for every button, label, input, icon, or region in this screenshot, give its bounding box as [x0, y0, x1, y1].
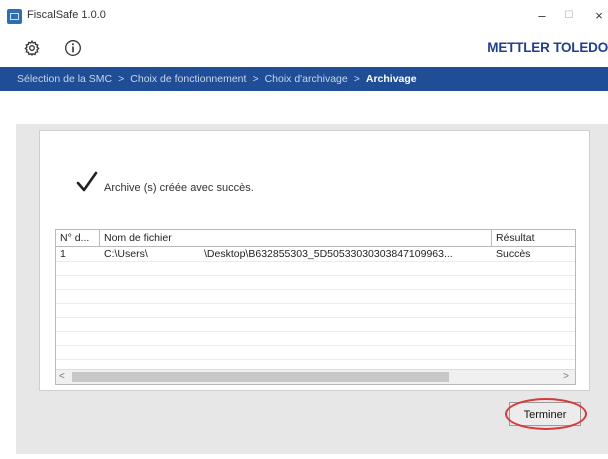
- archive-table: N° d... Nom de fichier Résultat 1 C:\Use…: [55, 229, 576, 385]
- brand-logo: METTLER TOLEDO: [487, 40, 608, 55]
- title-bar: FiscalSafe 1.0.0 – ☐ ×: [0, 0, 608, 34]
- row-divider: [56, 261, 575, 262]
- row-divider: [56, 345, 575, 346]
- info-icon[interactable]: [64, 39, 82, 57]
- horizontal-scrollbar[interactable]: < >: [56, 369, 575, 384]
- row-divider: [56, 275, 575, 276]
- checkmark-icon: [76, 171, 98, 192]
- breadcrumb-step-current: Archivage: [365, 73, 417, 85]
- row-number: 1: [60, 248, 66, 260]
- scroll-left-arrow-icon[interactable]: <: [59, 370, 65, 384]
- gear-icon[interactable]: [24, 40, 40, 56]
- breadcrumb-separator: >: [252, 73, 259, 85]
- window-title: FiscalSafe 1.0.0: [27, 9, 106, 21]
- maximize-button[interactable]: ☐: [557, 6, 581, 26]
- breadcrumb-step-smc: Sélection de la SMC: [17, 73, 113, 85]
- table-header: N° d... Nom de fichier Résultat: [56, 230, 575, 247]
- breadcrumb: Sélection de la SMC > Choix de fonctionnem…: [0, 67, 608, 91]
- row-divider: [56, 359, 575, 360]
- minimize-button[interactable]: –: [530, 6, 554, 26]
- finish-button[interactable]: Terminer: [509, 402, 581, 426]
- column-header-result[interactable]: Résultat: [492, 230, 552, 246]
- row-divider: [56, 289, 575, 290]
- row-result: Succès: [496, 248, 531, 260]
- row-divider: [56, 303, 575, 304]
- close-button[interactable]: ×: [590, 6, 608, 26]
- breadcrumb-separator: >: [353, 73, 360, 85]
- success-message: Archive (s) créée avec succès.: [104, 182, 254, 194]
- breadcrumb-step-mode: Choix de fonctionnement: [130, 73, 247, 85]
- row-filename-end: \Desktop\B632855303_5D505330303038471099…: [204, 248, 453, 260]
- app-icon: [7, 9, 22, 24]
- result-panel: Archive (s) créée avec succès. N° d... N…: [39, 130, 590, 391]
- row-divider: [56, 317, 575, 318]
- breadcrumb-separator: >: [118, 73, 125, 85]
- table-row[interactable]: 1 C:\Users\ \Desktop\B632855303_5D505330…: [56, 247, 575, 261]
- scroll-right-arrow-icon[interactable]: >: [563, 370, 569, 384]
- column-header-filename[interactable]: Nom de fichier: [100, 230, 492, 246]
- row-filename-start: C:\Users\: [104, 248, 148, 260]
- scrollbar-thumb[interactable]: [72, 372, 449, 382]
- breadcrumb-step-archive-choice: Choix d'archivage: [264, 73, 348, 85]
- column-header-number[interactable]: N° d...: [56, 230, 100, 246]
- row-divider: [56, 331, 575, 332]
